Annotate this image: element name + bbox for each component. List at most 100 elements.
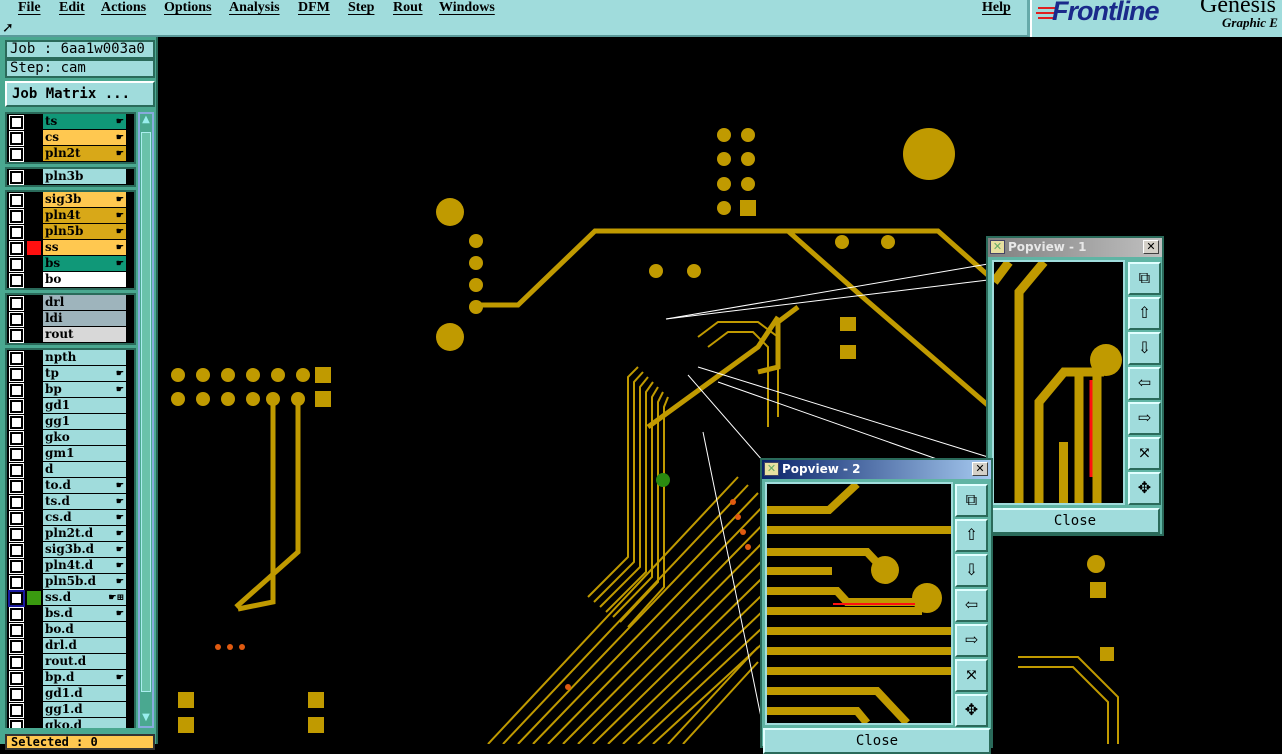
layer-checkbox[interactable] (9, 671, 24, 686)
layer-row-gko[interactable]: gko (7, 430, 134, 446)
layer-row-bo.d[interactable]: bo.d (7, 622, 134, 638)
layer-checkbox[interactable] (9, 312, 24, 327)
layer-checkbox[interactable] (9, 559, 24, 574)
layer-row-cs[interactable]: cs ☛ (7, 130, 134, 146)
layer-checkbox[interactable] (9, 225, 24, 240)
layer-checkbox[interactable] (9, 703, 24, 718)
menu-options[interactable]: Options (164, 0, 211, 16)
menu-actions[interactable]: Actions (101, 0, 146, 16)
menu-windows[interactable]: Windows (439, 0, 495, 16)
scroll-up-icon[interactable]: ▲ (140, 114, 152, 128)
layer-name[interactable]: bp.d ☛ (43, 670, 126, 685)
popview-2-close-button[interactable]: Close (763, 728, 991, 754)
popview-1-view[interactable] (990, 259, 1125, 505)
layer-row-gm1[interactable]: gm1 (7, 446, 134, 462)
layer-name[interactable]: cs.d ☛ (43, 510, 126, 525)
layer-checkbox[interactable] (9, 431, 24, 446)
layer-name[interactable]: rout.d (43, 654, 126, 669)
layer-row-bp[interactable]: bp ☛ (7, 382, 134, 398)
layer-row-pln2t[interactable]: pln2t ☛ (7, 146, 134, 162)
layer-checkbox[interactable] (9, 296, 24, 311)
layer-checkbox[interactable] (8, 590, 25, 607)
layer-name[interactable]: ts.d ☛ (43, 494, 126, 509)
layer-name[interactable]: sig3b ☛ (43, 192, 126, 207)
menu-edit[interactable]: Edit (59, 0, 85, 16)
layer-row-ldi[interactable]: ldi (7, 311, 134, 327)
layer-name[interactable]: ss ☛ (43, 240, 126, 255)
layer-name[interactable]: ts ☛ (43, 114, 126, 129)
layer-name[interactable]: to.d ☛ (43, 478, 126, 493)
zoom-out-icon[interactable]: ✥ (1128, 472, 1161, 505)
layer-row-d[interactable]: d (7, 462, 134, 478)
scroll-down-icon[interactable]: ▼ (140, 712, 152, 726)
layer-row-bs[interactable]: bs ☛ (7, 256, 134, 272)
layer-name[interactable]: pln5b ☛ (43, 224, 126, 239)
layer-name[interactable]: cs ☛ (43, 130, 126, 145)
layer-name[interactable]: gg1.d (43, 702, 126, 717)
layer-name[interactable]: pln2t ☛ (43, 146, 126, 161)
layer-name[interactable]: gko.d (43, 718, 126, 728)
layer-name[interactable]: gd1 (43, 398, 126, 413)
pan-down-icon[interactable]: ⇩ (955, 554, 988, 587)
layer-row-sig3b[interactable]: sig3b ☛ (7, 192, 134, 208)
close-icon[interactable]: ✕ (1143, 240, 1159, 254)
zoom-in-icon[interactable]: ⤧ (955, 659, 988, 692)
layer-checkbox[interactable] (9, 479, 24, 494)
layer-row-to.d[interactable]: to.d ☛ (7, 478, 134, 494)
menu-help[interactable]: Help (982, 0, 1011, 16)
layer-name[interactable]: bp ☛ (43, 382, 126, 397)
layer-checkbox[interactable] (9, 273, 24, 288)
layer-row-bp.d[interactable]: bp.d ☛ (7, 670, 134, 686)
layer-row-gd1[interactable]: gd1 (7, 398, 134, 414)
zoom-home-icon[interactable]: ⧉ (1128, 262, 1161, 295)
pan-down-icon[interactable]: ⇩ (1128, 332, 1161, 365)
popview-1-close-button[interactable]: Close (990, 508, 1160, 534)
layer-checkbox[interactable] (9, 209, 24, 224)
layer-checkbox[interactable] (9, 527, 24, 542)
layer-name[interactable]: rout (43, 327, 126, 342)
layer-checkbox[interactable] (9, 687, 24, 702)
layer-checkbox[interactable] (9, 543, 24, 558)
layer-checkbox[interactable] (9, 399, 24, 414)
layer-row-pln2t.d[interactable]: pln2t.d ☛ (7, 526, 134, 542)
layer-scrollbar[interactable]: ▲ ▼ (138, 112, 154, 728)
layer-row-gg1[interactable]: gg1 (7, 414, 134, 430)
popview-1-titlebar[interactable]: ✕ Popview - 1 ✕ (988, 238, 1162, 257)
layer-row-drl.d[interactable]: drl.d (7, 638, 134, 654)
pan-left-icon[interactable]: ⇦ (955, 589, 988, 622)
pan-right-icon[interactable]: ⇨ (1128, 402, 1161, 435)
layer-row-cs.d[interactable]: cs.d ☛ (7, 510, 134, 526)
scroll-thumb[interactable] (141, 132, 151, 692)
menu-step[interactable]: Step (348, 0, 374, 16)
layer-checkbox[interactable] (9, 575, 24, 590)
layer-checkbox[interactable] (9, 447, 24, 462)
layer-row-bo[interactable]: bo (7, 272, 134, 288)
layer-name[interactable]: bs.d ☛ (43, 606, 126, 621)
layer-row-bs.d[interactable]: bs.d ☛ (7, 606, 134, 622)
layer-checkbox[interactable] (9, 607, 24, 622)
layer-checkbox[interactable] (9, 257, 24, 272)
layer-name[interactable]: tp ☛ (43, 366, 126, 381)
layer-checkbox[interactable] (9, 367, 24, 382)
layer-row-pln4t[interactable]: pln4t ☛ (7, 208, 134, 224)
layer-row-rout.d[interactable]: rout.d (7, 654, 134, 670)
layer-row-pln5b[interactable]: pln5b ☛ (7, 224, 134, 240)
layer-row-ss[interactable]: ss ☛ (7, 240, 134, 256)
layer-checkbox[interactable] (9, 655, 24, 670)
layer-name[interactable]: d (43, 462, 126, 477)
layer-checkbox[interactable] (9, 623, 24, 638)
layer-row-npth[interactable]: npth (7, 350, 134, 366)
pan-right-icon[interactable]: ⇨ (955, 624, 988, 657)
layer-checkbox[interactable] (9, 115, 24, 130)
layer-name[interactable]: ss.d ☛⊞ (43, 590, 126, 605)
layer-row-gko.d[interactable]: gko.d (7, 718, 134, 728)
layer-name[interactable]: gd1.d (43, 686, 126, 701)
layer-name[interactable]: gko (43, 430, 126, 445)
menu-file[interactable]: File (18, 0, 41, 16)
layer-checkbox[interactable] (9, 170, 24, 185)
layer-checkbox[interactable] (9, 495, 24, 510)
layer-checkbox[interactable] (9, 351, 24, 366)
layer-checkbox[interactable] (9, 241, 24, 256)
layer-checkbox[interactable] (9, 147, 24, 162)
layer-name[interactable]: bo (43, 272, 126, 287)
